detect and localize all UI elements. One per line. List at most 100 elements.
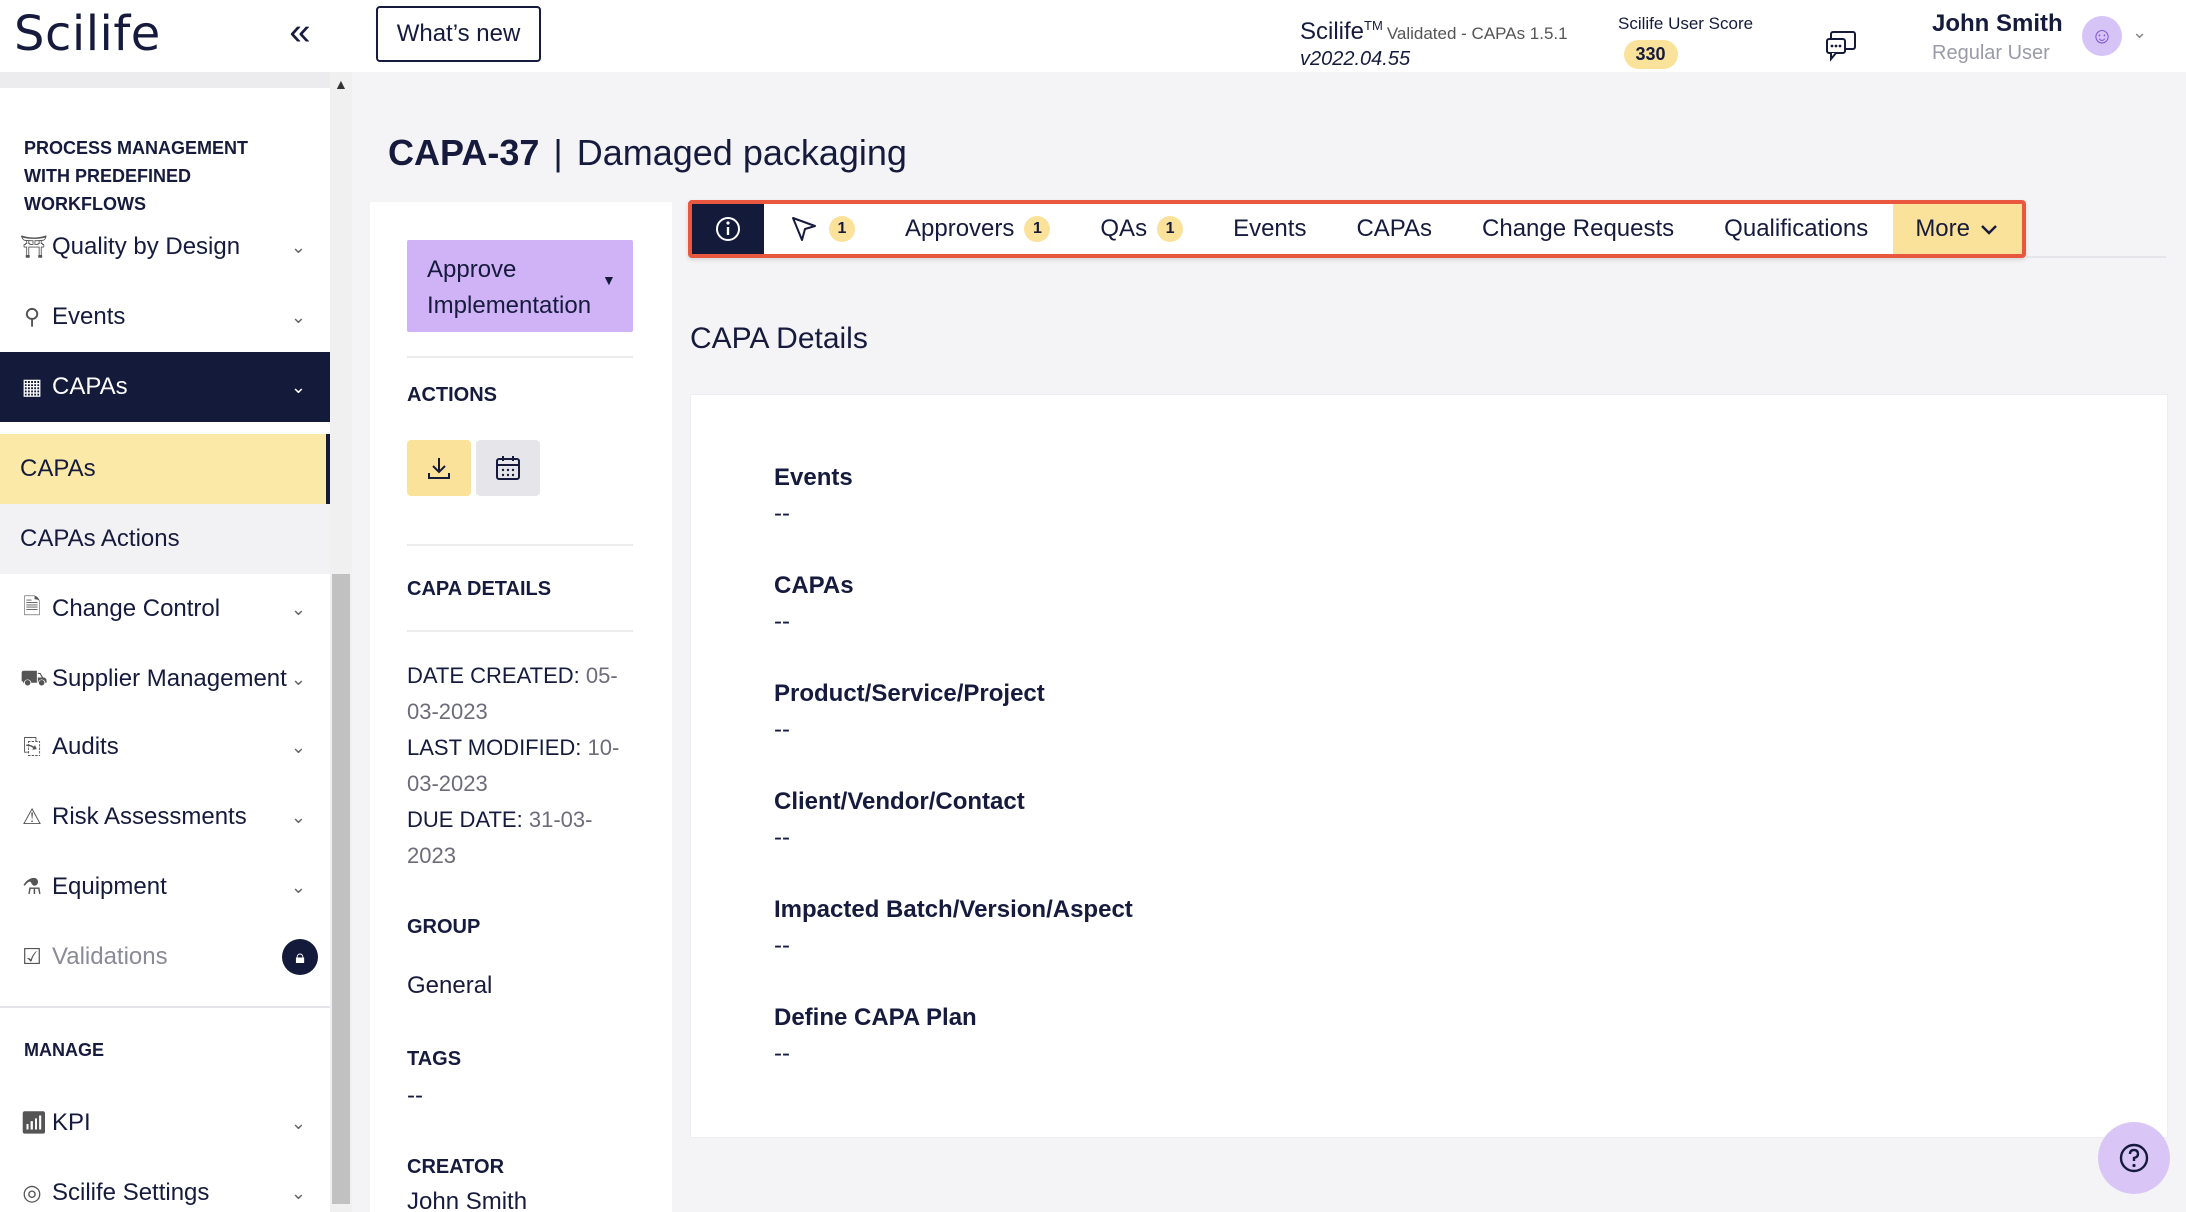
group-value: General	[407, 972, 493, 999]
info-icon	[716, 217, 740, 241]
sidebar-item-audits[interactable]: ⎘ Audits ⌄	[0, 712, 330, 782]
clipboard-search-icon: ⎘	[23, 734, 41, 759]
clipboard-check-icon: ☑	[22, 944, 42, 969]
caret-down-icon[interactable]: ▼	[602, 272, 616, 288]
field-value-capas: --	[774, 608, 790, 635]
approve-implementation-button[interactable]: Approve Implementation	[407, 240, 633, 332]
app-version: v2022.04.55	[1300, 48, 1411, 70]
bar-chart-icon: 📶︎	[20, 1110, 48, 1135]
sidebar-item-supplier-management[interactable]: ⛟ Supplier Management ⌄	[0, 644, 330, 714]
tab-events[interactable]: Events	[1208, 204, 1331, 254]
sidebar-top-band	[0, 72, 330, 88]
field-label-product: Product/Service/Project	[774, 680, 1045, 707]
sidebar-scrollbar-thumb[interactable]	[332, 574, 350, 1204]
date-created-value-a: 05-	[585, 663, 618, 688]
scroll-up-icon[interactable]: ▲	[334, 76, 348, 92]
tab-label: Approvers	[905, 215, 1015, 242]
approve-label-line2: Implementation	[427, 292, 592, 319]
field-label-impacted-batch: Impacted Batch/Version/Aspect	[774, 896, 1133, 923]
calendar-button[interactable]	[476, 440, 540, 496]
chevron-down-icon: ⌄	[290, 236, 306, 257]
date-created-value-b: 03-2023	[407, 699, 488, 724]
sidebar-item-kpi[interactable]: 📶︎ KPI ⌄	[0, 1088, 330, 1158]
date-created-label: DATE CREATED:	[407, 663, 580, 688]
warning-icon: ⚠	[22, 804, 42, 829]
tab-change-requests[interactable]: Change Requests	[1457, 204, 1699, 254]
download-icon	[428, 458, 450, 479]
tab-workflow[interactable]: 1	[764, 204, 880, 254]
last-modified: LAST MODIFIED: 10- 03-2023	[407, 730, 637, 802]
download-button[interactable]	[407, 440, 471, 496]
app-name: Scilife	[1300, 18, 1365, 45]
sidebar-item-capas[interactable]: ▦ CAPAs ⌄	[0, 352, 330, 422]
sidebar-item-label: Equipment	[52, 873, 167, 900]
sidebar-item-label: Supplier Management	[52, 665, 287, 692]
lock-icon: 🔒︎	[282, 939, 318, 975]
sidebar-item-label: Scilife Settings	[52, 1179, 210, 1206]
capa-details-title: CAPA Details	[690, 322, 868, 355]
chevron-down-icon: ⌄	[290, 598, 306, 619]
settings-icon: ◎	[22, 1180, 42, 1205]
help-button[interactable]	[2098, 1122, 2170, 1194]
chevron-down-icon: ⌄	[290, 736, 306, 757]
user-name: John Smith	[1932, 10, 2063, 37]
panel-divider	[407, 630, 633, 632]
app-version-info: ScilifeTM Validated - CAPAs 1.5.1 v2022.0…	[1300, 18, 1568, 71]
approve-label-line1: Approve	[427, 256, 517, 283]
sidebar-subitem-capas-actions[interactable]: CAPAs Actions	[0, 504, 330, 574]
top-header	[0, 0, 2186, 72]
due-date-value-a: 31-03-	[528, 807, 593, 832]
creator-value: John Smith	[407, 1188, 528, 1212]
sidebar-item-validations[interactable]: ☑ Validations 🔒︎	[0, 922, 330, 992]
chevron-down-icon: ⌄	[290, 876, 306, 897]
whats-new-button[interactable]: What’s new	[376, 6, 541, 62]
sidebar-item-risk-assessments[interactable]: ⚠ Risk Assessments ⌄	[0, 782, 330, 852]
user-score: Scilife User Score 330	[1618, 14, 1753, 69]
capa-id: CAPA-37	[388, 132, 540, 173]
sidebar-item-label: Change Control	[52, 595, 221, 622]
user-score-badge: 330	[1623, 40, 1678, 69]
tab-capas[interactable]: CAPAs	[1331, 204, 1457, 254]
field-value-capa-plan: --	[774, 1040, 790, 1067]
due-date-value-b: 2023	[407, 843, 456, 868]
capa-title: Damaged packaging	[576, 132, 907, 173]
tags-heading: TAGS	[407, 1048, 462, 1070]
collapse-sidebar-icon[interactable]: «	[280, 10, 320, 54]
sidebar-item-change-control[interactable]: 🗎 Change Control ⌄	[0, 574, 330, 644]
chat-icon[interactable]	[1824, 28, 1858, 62]
chevron-down-icon: ⌄	[290, 1182, 306, 1203]
user-score-label: Scilife User Score	[1618, 14, 1754, 33]
pin-icon: ⚲	[23, 304, 41, 329]
document-icon: 🗎	[23, 594, 41, 619]
sidebar-section-manage: MANAGE	[24, 1040, 104, 1060]
sidebar-subitem-capas[interactable]: CAPAs	[0, 434, 330, 504]
scilife-logo[interactable]: Scilife	[14, 6, 161, 62]
tab-more[interactable]: More	[1893, 204, 2022, 254]
sidebar-item-equipment[interactable]: ⚗ Equipment ⌄	[0, 852, 330, 922]
chart-icon: ▦	[21, 374, 43, 399]
bridge-icon: ⛩	[20, 234, 48, 259]
sidebar-item-scilife-settings[interactable]: ◎ Scilife Settings ⌄	[0, 1158, 330, 1212]
capa-details-heading: CAPA DETAILS	[407, 578, 552, 600]
approvers-count-badge: 1	[1024, 216, 1051, 242]
cursor-icon	[792, 217, 816, 241]
sidebar-item-events[interactable]: ⚲ Events ⌄	[0, 282, 330, 352]
avatar[interactable]: ☺	[2082, 16, 2122, 56]
chevron-down-icon: ⌄	[290, 668, 306, 689]
field-value-product: --	[774, 716, 790, 743]
field-value-events: --	[774, 500, 790, 527]
sidebar-item-quality-by-design[interactable]: ⛩ Quality by Design ⌄	[0, 212, 330, 282]
tab-info[interactable]	[692, 204, 764, 254]
tab-qualifications[interactable]: Qualifications	[1699, 204, 1893, 254]
sidebar-item-label: KPI	[52, 1109, 91, 1136]
chevron-down-icon: ⌄	[290, 306, 306, 327]
tab-qas[interactable]: QAs 1	[1075, 204, 1208, 254]
tab-label: More	[1915, 215, 1970, 242]
field-label-client: Client/Vendor/Contact	[774, 788, 1025, 815]
tab-approvers[interactable]: Approvers 1	[880, 204, 1075, 254]
date-created: DATE CREATED: 05- 03-2023	[407, 658, 637, 730]
sidebar-item-label: Risk Assessments	[52, 803, 247, 830]
user-menu[interactable]: John Smith Regular User	[1932, 10, 2063, 65]
last-modified-label: LAST MODIFIED:	[407, 735, 582, 760]
chevron-down-icon[interactable]: ⌄	[2132, 22, 2147, 43]
